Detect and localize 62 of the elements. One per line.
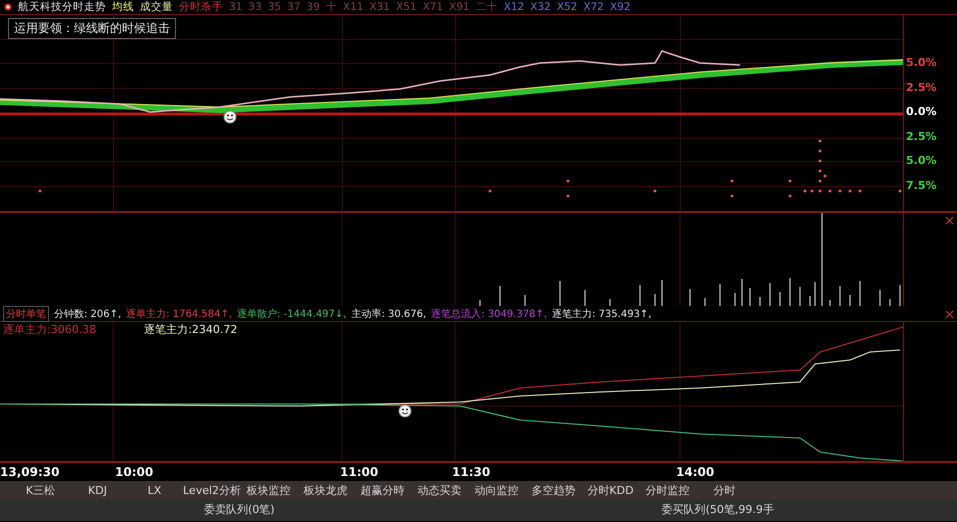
logo-icon [4, 3, 12, 11]
queue-label: 委买队列(50笔,99.9手 [660, 502, 775, 518]
indicator-tab[interactable]: 多空趋势 [525, 481, 582, 499]
header-label[interactable]: X12 [504, 0, 524, 14]
header-label[interactable]: X91 [449, 0, 470, 14]
header-label[interactable]: 均线 [112, 0, 134, 14]
smiley-icon [224, 110, 236, 124]
indicator-tab[interactable]: K三松 [12, 481, 69, 499]
indicator-tab[interactable]: KDJ [69, 481, 126, 499]
indicator-tab[interactable]: 动态买卖 [411, 481, 468, 499]
indicator-value: 分钟数: 206↑, [54, 308, 122, 320]
header-label[interactable]: 39 [306, 0, 320, 14]
close-icon[interactable] [945, 310, 954, 319]
time-label: 14:00 [676, 465, 714, 479]
header-label[interactable]: 二十 [476, 0, 498, 14]
axis-label: 0.0% [905, 105, 938, 120]
indicator-tab[interactable]: 板块龙虎 [297, 481, 354, 499]
axis-label: 2.5% [905, 80, 938, 96]
header-label[interactable]: 31 [229, 0, 242, 14]
legend-label: 逐单主力:3060.38 [3, 322, 96, 337]
indicator-tab[interactable]: Level2分析 [183, 481, 240, 499]
header-label[interactable]: 33 [248, 0, 262, 14]
axis-label: 5.0% [905, 56, 938, 71]
indicator-tab[interactable]: 分时监控 [639, 481, 696, 499]
header-label[interactable]: X92 [610, 0, 630, 14]
tip-note: 运用要领：绿线断的时候追击 [8, 18, 176, 39]
header-label[interactable]: X71 [422, 0, 444, 14]
indicator-title: 分时单笔 [3, 306, 49, 322]
header-label[interactable]: X72 [583, 0, 604, 14]
indicator-tab[interactable]: 动向监控 [468, 481, 525, 499]
header-label[interactable]: 成交量 [140, 0, 173, 14]
time-label: 13,09:30 [0, 465, 60, 479]
close-icon[interactable] [945, 216, 954, 225]
indicator-tab[interactable]: 超赢分時 [354, 481, 411, 499]
indicator-value: 逐单主力: 1764.584↑, [126, 308, 232, 320]
header-label[interactable]: X51 [396, 0, 417, 14]
legend-label: 逐笔主力:2340.72 [144, 322, 238, 337]
indicator-tab[interactable]: LX [126, 481, 183, 499]
header-label[interactable]: X11 [342, 0, 364, 14]
indicator-tab[interactable]: 分时 [696, 481, 753, 499]
header-label[interactable]: 37 [287, 0, 300, 14]
axis-label: 2.5% [905, 130, 938, 144]
time-label: 11:00 [340, 465, 378, 479]
axis-label: 7.5% [905, 178, 938, 194]
header-label[interactable]: 航天科技分时走势 [18, 0, 106, 14]
axis-label: 5.0% [905, 154, 938, 169]
header-label[interactable]: 十 [326, 0, 337, 14]
header-label[interactable]: X32 [530, 0, 551, 14]
indicator-tab[interactable]: 板块监控 [240, 481, 297, 499]
indicator-tab[interactable]: 分时KDD [582, 481, 639, 499]
indicator-value: 逐笔总流入: 3049.378↑, [431, 308, 548, 320]
header-label[interactable]: X31 [369, 0, 390, 14]
indicator-value: 逐笔主力: 735.493↑, [552, 308, 652, 320]
header-label[interactable]: 35 [268, 0, 282, 14]
time-label: 11:30 [452, 465, 490, 479]
time-label: 10:00 [115, 465, 154, 479]
indicator-value: 逐单散户: -1444.497↓, [237, 308, 346, 320]
queue-label: 委卖队列(0笔) [202, 502, 276, 518]
smiley-icon [398, 404, 412, 418]
indicator-value: 主动率: 30.676, [351, 308, 426, 320]
header-label[interactable]: X52 [556, 0, 578, 14]
header-label[interactable]: 分时杀手 [179, 0, 223, 14]
